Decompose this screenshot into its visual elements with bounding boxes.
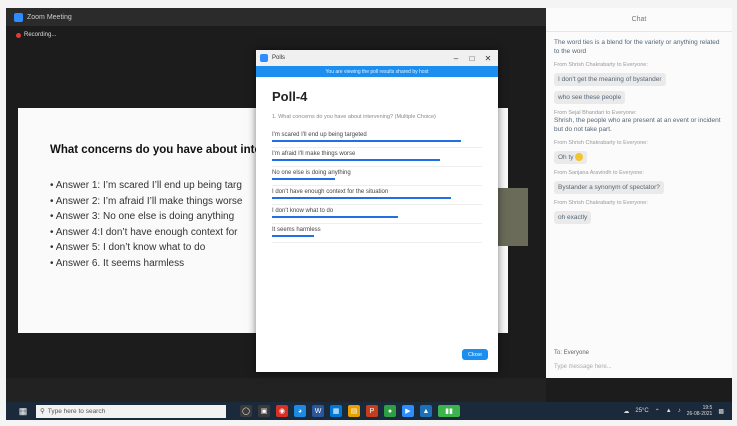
- chat-message-text: Bystander a synonym of spectator?: [554, 181, 664, 194]
- slide-answer-list: • Answer 1: I’m scared I’ll end up being…: [50, 178, 242, 271]
- taskbar-clock[interactable]: 19:5 26-08-2021: [687, 405, 713, 417]
- network-icon[interactable]: ▲: [666, 408, 672, 414]
- chat-message: From Sejal Bhandari to Everyone: Shrish,…: [554, 110, 724, 134]
- poll-option: It seems harmless: [272, 224, 482, 243]
- chat-message-text: I don't get the meaning of bystander: [554, 73, 666, 86]
- poll-content: Poll-4 1. What concerns do you have abou…: [256, 77, 498, 255]
- recording-indicator[interactable]: Recording...: [16, 32, 56, 38]
- chat-message-text: who see these people: [554, 91, 626, 104]
- record-dot-icon: [16, 32, 21, 38]
- windows-taskbar: ▦ ⚲ Type here to search ◯ ▣ ◉ ◕ W ▦ ▤ P …: [6, 402, 732, 420]
- poll-option: No one else is doing anything: [272, 167, 482, 186]
- weather-icon[interactable]: ☁: [623, 408, 629, 415]
- volume-icon[interactable]: ♪: [678, 408, 681, 414]
- poll-option: I don't know what to do: [272, 205, 482, 224]
- slide-title: What concerns do you have about interve: [50, 144, 279, 156]
- taskbar-search-placeholder: Type here to search: [47, 407, 106, 415]
- clock-date: 26-08-2021: [686, 411, 713, 417]
- system-tray: ☁ 25°C ⌃ ▲ ♪ 19:5 26-08-2021 ▩: [623, 405, 724, 417]
- poll-option: I'm afraid I'll make things worse: [272, 148, 482, 167]
- tray-chevron-up-icon[interactable]: ⌃: [655, 408, 660, 415]
- poll-option-label: I'm afraid I'll make things worse: [272, 151, 356, 157]
- store-icon[interactable]: ▦: [330, 405, 342, 417]
- poll-dialog: Polls – □ ✕ You are viewing the poll res…: [256, 50, 498, 372]
- chat-messages: The word ties is a blend for the variety…: [546, 32, 732, 230]
- chat-message: who see these people: [554, 86, 724, 104]
- smile-emoji-icon: [575, 153, 584, 162]
- chat-message-sender: From Shrish Chakrabarty to Everyone:: [554, 62, 648, 68]
- task-view-icon[interactable]: ◯: [240, 405, 252, 417]
- poll-option-label: I don't have enough context for the situ…: [272, 189, 389, 195]
- powerpoint-icon[interactable]: P: [366, 405, 378, 417]
- close-icon[interactable]: ✕: [482, 52, 494, 64]
- poll-option-bar: [272, 159, 440, 161]
- slide-answer: • Answer 5: I don’t know what to do: [50, 242, 206, 253]
- zoom-taskbar-icon[interactable]: ▶: [402, 405, 414, 417]
- search-icon: ⚲: [40, 408, 45, 415]
- poll-results-banner: You are viewing the poll results shared …: [256, 66, 498, 77]
- chat-message-text: oh exactly: [554, 211, 592, 224]
- poll-option-bar: [272, 140, 461, 142]
- zoom-window-title: Zoom Meeting: [27, 13, 72, 21]
- windows-start-icon[interactable]: ▦: [16, 405, 30, 417]
- photos-icon[interactable]: ▲: [420, 405, 432, 417]
- chat-message: The word ties is a blend for the variety…: [554, 38, 724, 56]
- chat-message: From Shrish Chakrabarty to Everyone: oh …: [554, 200, 724, 224]
- poll-option-bar: [272, 178, 335, 180]
- chat-message-input[interactable]: Type message here...: [554, 364, 612, 370]
- zoom-bottom-bar: [6, 378, 546, 402]
- edge-icon[interactable]: ◕: [294, 405, 306, 417]
- battery-app-icon[interactable]: ▮▮: [438, 405, 460, 417]
- chat-message: From Shrish Chakrabarty to Everyone: I d…: [554, 62, 724, 86]
- poll-option: I'm scared I'll end up being targeted: [272, 129, 482, 148]
- minimize-icon[interactable]: –: [450, 52, 462, 64]
- poll-option-label: I don't know what to do: [272, 208, 334, 214]
- notifications-icon[interactable]: ▩: [718, 408, 724, 415]
- chrome-icon[interactable]: ◉: [276, 405, 288, 417]
- weather-temp[interactable]: 25°C: [635, 408, 648, 414]
- taskbar-search-box[interactable]: ⚲ Type here to search: [36, 404, 226, 418]
- chat-message-text: The word ties is a blend for the variety…: [554, 39, 720, 55]
- zoom-titlebar: Zoom Meeting: [6, 8, 546, 26]
- slide-answer: • Answer 6. It seems harmless: [50, 257, 185, 269]
- chat-message-text: Oh ty: [554, 151, 588, 164]
- chat-message-content: Oh ty: [558, 154, 574, 161]
- poll-option-bar: [272, 197, 451, 199]
- poll-question: 1. What concerns do you have about inter…: [272, 114, 436, 120]
- chat-header: Chat: [546, 8, 732, 32]
- widgets-icon[interactable]: ▣: [258, 405, 270, 417]
- photo-frame: Zoom Meeting Recording... What concerns …: [6, 8, 732, 420]
- poll-option-label: No one else is doing anything: [272, 170, 351, 176]
- poll-option-bar: [272, 235, 314, 237]
- zoom-app-icon: [14, 12, 23, 22]
- slide-answer: • Answer 3: No one else is doing anythin…: [50, 211, 235, 222]
- poll-option-label: It seems harmless: [272, 227, 321, 233]
- slide-answer: • Answer 1: I’m scared I’ll end up being…: [50, 180, 242, 191]
- poll-option: I don't have enough context for the situ…: [272, 186, 482, 205]
- slide-answer: • Answer 2: I’m afraid I’ll make things …: [50, 195, 243, 207]
- poll-titlebar: Polls – □ ✕: [256, 50, 498, 66]
- file-explorer-icon[interactable]: ▤: [348, 405, 360, 417]
- recording-label: Recording...: [24, 32, 57, 38]
- taskbar-apps: ◯ ▣ ◉ ◕ W ▦ ▤ P ● ▶ ▲ ▮▮: [240, 405, 460, 417]
- chat-message-sender: From Sanjana Aravindh to Everyone:: [554, 170, 644, 176]
- maximize-icon[interactable]: □: [466, 52, 478, 64]
- word-icon[interactable]: W: [312, 405, 324, 417]
- poll-heading: Poll-4: [272, 89, 308, 104]
- poll-option-label: I'm scared I'll end up being targeted: [272, 132, 367, 138]
- poll-close-button[interactable]: Close: [462, 349, 488, 360]
- zoom-app-icon: [260, 54, 268, 62]
- chat-recipient-select[interactable]: To: Everyone: [554, 350, 589, 356]
- chat-panel: Chat The word ties is a blend for the va…: [546, 8, 732, 378]
- chat-message-sender: From Shrish Chakrabarty to Everyone:: [554, 200, 648, 206]
- chat-message: From Shrish Chakrabarty to Everyone: Oh …: [554, 140, 724, 164]
- chat-message-sender: From Shrish Chakrabarty to Everyone:: [554, 140, 648, 146]
- chat-message-text: Shrish, the people who are present at an…: [554, 117, 721, 133]
- green-app-icon[interactable]: ●: [384, 405, 396, 417]
- chat-message: From Sanjana Aravindh to Everyone: Bysta…: [554, 170, 724, 194]
- poll-window-title: Polls: [272, 55, 286, 61]
- slide-answer: • Answer 4:I don’t have enough context f…: [50, 226, 238, 238]
- poll-option-bar: [272, 216, 398, 218]
